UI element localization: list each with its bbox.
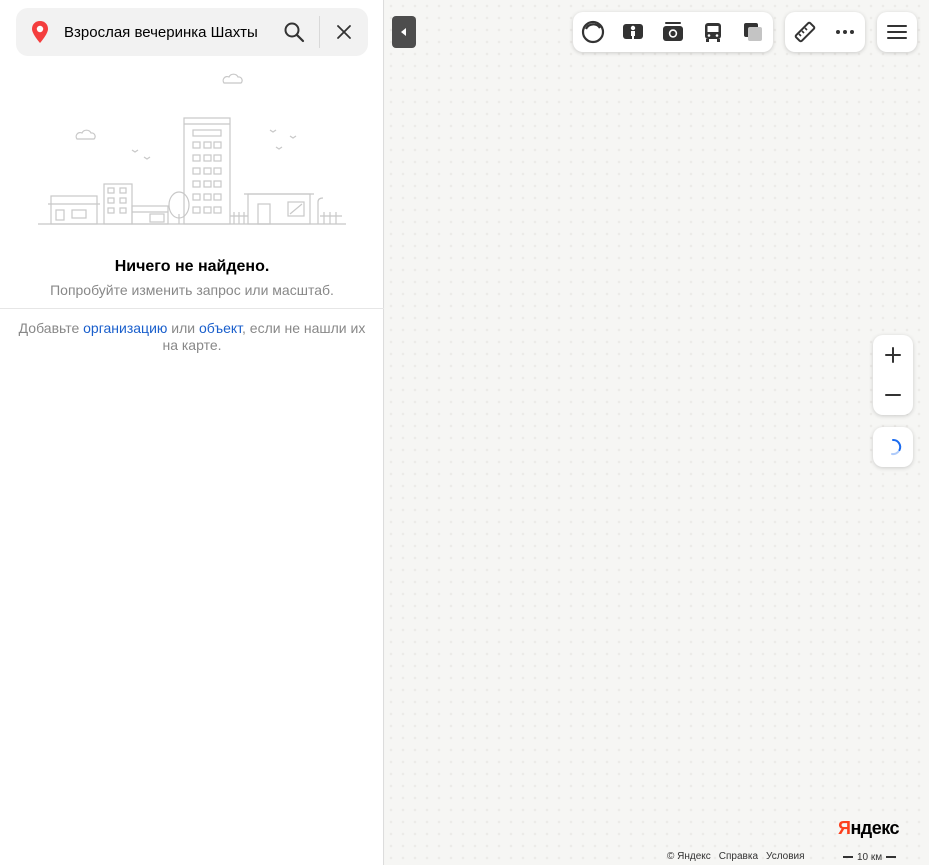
search-bar xyxy=(16,8,368,56)
add-hint-middle: или xyxy=(167,320,199,336)
divider xyxy=(0,308,384,309)
help-link[interactable]: Справка xyxy=(719,851,758,863)
empty-result-title: Ничего не найдено. xyxy=(114,258,270,275)
zoom-controls xyxy=(873,335,913,415)
map-layers-toolbar xyxy=(573,12,773,52)
scale-bar-left xyxy=(843,856,853,858)
map-tools-toolbar xyxy=(785,12,865,52)
add-object-link[interactable]: объект xyxy=(199,320,242,336)
empty-result-subtitle: Попробуйте изменить запрос или масштаб. xyxy=(50,282,334,298)
ruler-icon[interactable] xyxy=(793,20,817,44)
transit-icon[interactable] xyxy=(701,20,725,44)
loading-spinner-icon xyxy=(891,438,902,456)
plus-icon[interactable] xyxy=(881,343,905,367)
scale-bar-right xyxy=(886,856,897,858)
search-divider xyxy=(319,16,320,48)
empty-city-illustration xyxy=(38,73,346,225)
yandex-logo[interactable]: Яндекс xyxy=(838,818,900,839)
search-sidebar: Ничего не найдено. Попробуйте изменить з… xyxy=(0,0,384,865)
collapse-sidebar-button[interactable] xyxy=(392,16,416,48)
menu-icon xyxy=(887,25,907,39)
scale-label: 10 км xyxy=(857,851,883,863)
map-footer-links: © Яндекс Справка Условия xyxy=(667,851,805,863)
search-input[interactable] xyxy=(64,20,284,44)
photo-icon[interactable] xyxy=(661,20,685,44)
map-canvas[interactable] xyxy=(385,0,929,865)
chevron-left-icon xyxy=(401,28,406,36)
layers-icon[interactable] xyxy=(741,20,765,44)
location-pin-icon xyxy=(32,21,48,43)
more-icon[interactable] xyxy=(833,20,857,44)
copyright-text: © Яндекс xyxy=(667,851,711,862)
close-icon[interactable] xyxy=(334,22,354,42)
panorama-icon[interactable] xyxy=(621,20,645,44)
minus-icon[interactable] xyxy=(881,383,905,407)
logo-rest: ндекс xyxy=(850,818,900,838)
add-hint-prefix: Добавьте xyxy=(18,320,84,336)
logo-first-letter: Я xyxy=(838,818,851,838)
map-scale: 10 км xyxy=(843,851,897,863)
add-object-hint: Добавьте организацию или объект, если не… xyxy=(12,320,372,354)
geolocation-button[interactable] xyxy=(873,427,913,467)
terms-link[interactable]: Условия xyxy=(766,851,805,863)
add-organization-link[interactable]: организацию xyxy=(83,320,167,336)
search-icon[interactable] xyxy=(282,20,306,44)
traffic-icon[interactable] xyxy=(581,20,605,44)
main-menu-button[interactable] xyxy=(877,12,917,52)
